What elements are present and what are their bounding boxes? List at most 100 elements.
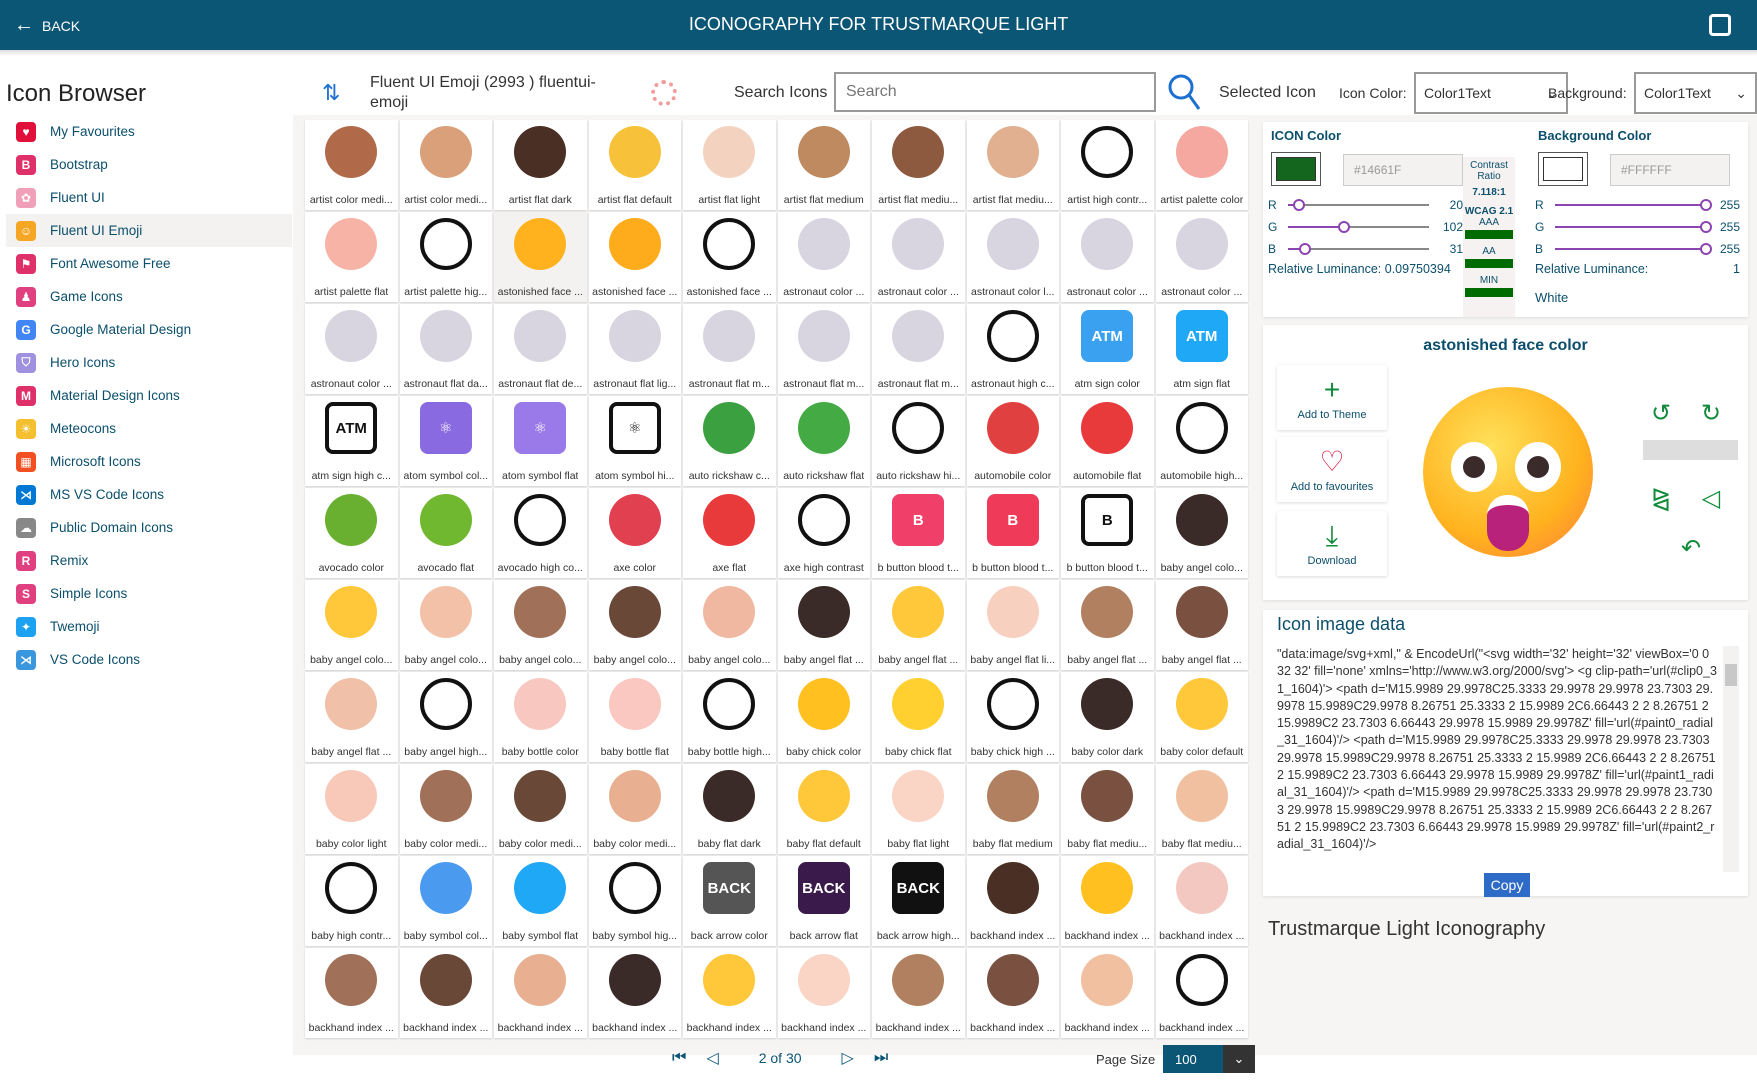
slider-thumb[interactable] <box>1700 221 1712 233</box>
add-to-favourites-button[interactable]: ♡ Add to favourites <box>1277 437 1387 502</box>
icon-tile[interactable]: artist high contr... <box>1061 120 1154 210</box>
background-hex-field[interactable]: #FFFFFF <box>1610 154 1730 186</box>
icon-tile[interactable]: astronaut flat da... <box>399 304 492 394</box>
icon-tile[interactable]: artist color medi... <box>399 120 492 210</box>
b-slider[interactable] <box>1288 243 1429 255</box>
icon-tile[interactable]: backhand index ... <box>1061 948 1154 1038</box>
sidebar-item[interactable]: R Remix <box>6 544 292 577</box>
icon-tile[interactable]: artist palette flat <box>305 212 398 302</box>
slider-thumb[interactable] <box>1299 243 1312 255</box>
icon-tile[interactable]: baby angel flat ... <box>1061 580 1154 670</box>
icon-tile[interactable]: baby flat light <box>872 764 965 854</box>
icon-tile[interactable]: BACK back arrow color <box>683 856 776 946</box>
icon-tile[interactable]: astronaut flat m... <box>872 304 965 394</box>
icon-tile[interactable]: baby flat default <box>777 764 870 854</box>
page-size-dropdown[interactable]: 100 ⌄ <box>1163 1045 1255 1073</box>
icon-tile[interactable]: baby angel flat ... <box>305 672 398 762</box>
sidebar-item[interactable]: ♥ My Favourites <box>6 115 292 148</box>
icon-tile[interactable]: axe high contrast <box>777 488 870 578</box>
sidebar-item[interactable]: ⛉ Hero Icons <box>6 346 292 379</box>
sidebar-item[interactable]: ✦ Twemoji <box>6 610 292 643</box>
r-slider[interactable] <box>1288 199 1429 211</box>
background-dropdown[interactable]: Color1Text ⌄ <box>1634 72 1757 114</box>
icon-tile[interactable]: backhand index ... <box>588 948 681 1038</box>
icon-tile[interactable]: backhand index ... <box>872 948 965 1038</box>
icon-tile[interactable]: backhand index ... <box>305 948 398 1038</box>
icon-tile[interactable]: astronaut color ... <box>872 212 965 302</box>
icon-tile[interactable]: backhand index ... <box>1155 948 1248 1038</box>
icon-hex-field[interactable]: #14661F <box>1343 154 1463 186</box>
icon-tile[interactable]: baby symbol flat <box>494 856 587 946</box>
search-icon[interactable] <box>1165 72 1205 112</box>
icon-color-dropdown[interactable]: Color1Text ⌄ <box>1414 72 1568 114</box>
icon-tile[interactable]: artist flat default <box>588 120 681 210</box>
icon-tile[interactable]: baby high contr... <box>305 856 398 946</box>
icon-tile[interactable]: auto rickshaw flat <box>777 396 870 486</box>
icon-tile[interactable]: astronaut flat m... <box>683 304 776 394</box>
icon-image-data-text[interactable]: "data:image/svg+xml," & EncodeUrl("<svg … <box>1277 646 1717 872</box>
icon-tile[interactable]: baby color light <box>305 764 398 854</box>
icon-tile[interactable]: ⚛ atom symbol flat <box>494 396 587 486</box>
icon-tile[interactable]: BACK back arrow high... <box>872 856 965 946</box>
flip-vertical-icon[interactable]: ◁ <box>1693 480 1729 516</box>
icon-tile[interactable]: baby bottle color <box>494 672 587 762</box>
icon-tile[interactable]: baby angel colo... <box>683 580 776 670</box>
next-page-button[interactable]: ▷ <box>842 1048 854 1068</box>
sidebar-item[interactable]: ✿ Fluent UI <box>6 181 292 214</box>
icon-tile[interactable]: astonished face ... <box>494 212 587 302</box>
icon-tile[interactable]: Bb button blood t... <box>1061 488 1154 578</box>
icon-tile[interactable]: avocado flat <box>399 488 492 578</box>
rotate-left-icon[interactable]: ↺ <box>1643 395 1679 431</box>
icon-tile[interactable]: artist flat light <box>683 120 776 210</box>
icon-tile[interactable]: baby color dark <box>1061 672 1154 762</box>
icon-tile[interactable]: artist flat mediu... <box>872 120 965 210</box>
icon-tile[interactable]: astronaut high c... <box>966 304 1059 394</box>
reset-icon[interactable]: ↶ <box>1673 530 1709 566</box>
icon-tile[interactable]: baby symbol col... <box>399 856 492 946</box>
first-page-button[interactable]: ⏮ <box>672 1049 686 1067</box>
icon-tile[interactable]: baby flat mediu... <box>1061 764 1154 854</box>
slider-thumb[interactable] <box>1293 199 1306 211</box>
icon-tile[interactable]: baby angel colo... <box>494 580 587 670</box>
icon-tile[interactable]: baby color medi... <box>399 764 492 854</box>
icon-tile[interactable]: backhand index ... <box>494 948 587 1038</box>
icon-tile[interactable]: ATM atm sign color <box>1061 304 1154 394</box>
icon-tile[interactable]: automobile color <box>966 396 1059 486</box>
sidebar-item[interactable]: ☺ Fluent UI Emoji <box>6 214 292 247</box>
sidebar-item[interactable]: S Simple Icons <box>6 577 292 610</box>
icon-tile[interactable]: baby angel high... <box>399 672 492 762</box>
g-slider[interactable] <box>1288 221 1429 233</box>
icon-tile[interactable]: backhand index ... <box>683 948 776 1038</box>
icon-tile[interactable]: artist flat medium <box>777 120 870 210</box>
icon-tile[interactable]: auto rickshaw hi... <box>872 396 965 486</box>
icon-tile[interactable]: baby flat mediu... <box>1155 764 1248 854</box>
icon-tile[interactable]: baby color default <box>1155 672 1248 762</box>
rotate-right-icon[interactable]: ↻ <box>1693 395 1729 431</box>
background-color-swatch[interactable] <box>1538 152 1588 186</box>
sidebar-item[interactable]: ♟ Game Icons <box>6 280 292 313</box>
icon-tile[interactable]: baby angel colo... <box>399 580 492 670</box>
scrollbar[interactable] <box>1723 646 1739 872</box>
icon-tile[interactable]: baby angel colo... <box>305 580 398 670</box>
icon-tile[interactable]: BACK back arrow flat <box>777 856 870 946</box>
icon-tile[interactable]: backhand index ... <box>399 948 492 1038</box>
sidebar-item[interactable]: ☁ Public Domain Icons <box>6 511 292 544</box>
icon-tile[interactable]: astronaut color ... <box>1155 212 1248 302</box>
icon-tile[interactable]: ⚛ atom symbol hi... <box>588 396 681 486</box>
slider-thumb[interactable] <box>1338 221 1351 233</box>
icon-tile[interactable]: astronaut color l... <box>966 212 1059 302</box>
icon-tile[interactable]: ⚛ atom symbol col... <box>399 396 492 486</box>
sidebar-item[interactable]: ⋊ MS VS Code Icons <box>6 478 292 511</box>
icon-tile[interactable]: astonished face ... <box>683 212 776 302</box>
slider-thumb[interactable] <box>1700 243 1712 255</box>
icon-tile[interactable]: baby color medi... <box>588 764 681 854</box>
download-button[interactable]: ⤓ Download <box>1277 511 1387 576</box>
icon-color-swatch[interactable] <box>1271 152 1321 186</box>
copy-button[interactable]: Copy <box>1484 873 1530 897</box>
icon-tile[interactable]: baby angel flat ... <box>777 580 870 670</box>
icon-tile[interactable]: ATM atm sign flat <box>1155 304 1248 394</box>
icon-tile[interactable]: auto rickshaw c... <box>683 396 776 486</box>
icon-tile[interactable]: baby chick color <box>777 672 870 762</box>
icon-tile[interactable]: baby flat dark <box>683 764 776 854</box>
rotation-slider[interactable] <box>1643 440 1738 460</box>
